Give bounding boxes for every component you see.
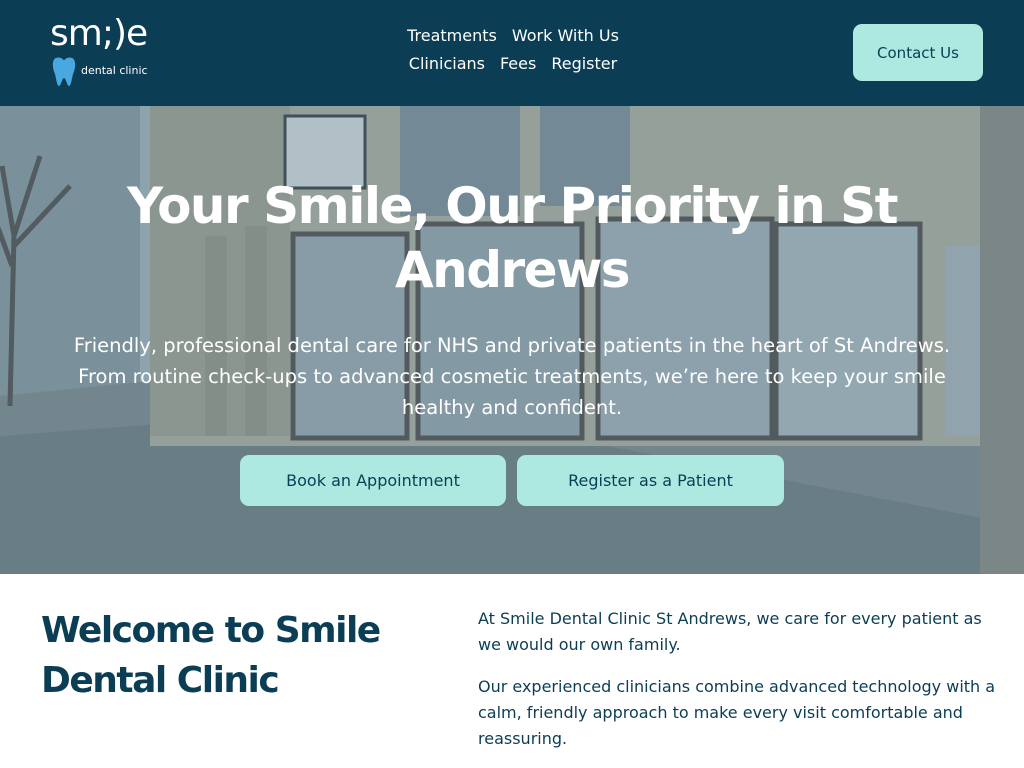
main-nav: Treatments Work With Us Clinicians Fees … (392, 26, 634, 74)
welcome-paragraph: At Smile Dental Clinic St Andrews, we ca… (478, 609, 982, 654)
hero-subtitle: Friendly, professional dental care for N… (73, 334, 951, 419)
register-patient-button[interactable]: Register as a Patient (517, 455, 784, 506)
logo-wordmark: sm;)e (50, 13, 148, 54)
logo-subtitle: dental clinic (81, 64, 148, 77)
nav-work-with-us[interactable]: Work With Us (512, 26, 619, 46)
tooth-icon (52, 57, 76, 86)
welcome-text: At Smile Dental Clinic St Andrews, we ca… (478, 606, 998, 768)
nav-register[interactable]: Register (551, 54, 617, 74)
nav-clinicians[interactable]: Clinicians (409, 54, 485, 74)
hero-title: Your Smile, Our Priority in St Andrews (126, 177, 899, 299)
nav-fees[interactable]: Fees (500, 54, 536, 74)
site-header: sm;)e dental clinic Treatments Work With… (0, 0, 1024, 106)
welcome-paragraph: Our experienced clinicians combine advan… (478, 677, 996, 748)
nav-treatments[interactable]: Treatments (407, 26, 497, 46)
hero-section: Your Smile, Our Priority in St Andrews F… (0, 106, 1024, 574)
welcome-title: Welcome to Smile Dental Clinic (41, 610, 381, 701)
clinic-logo[interactable]: sm;)e dental clinic (50, 14, 160, 92)
book-appointment-button[interactable]: Book an Appointment (240, 455, 506, 506)
contact-us-button[interactable]: Contact Us (853, 24, 983, 81)
